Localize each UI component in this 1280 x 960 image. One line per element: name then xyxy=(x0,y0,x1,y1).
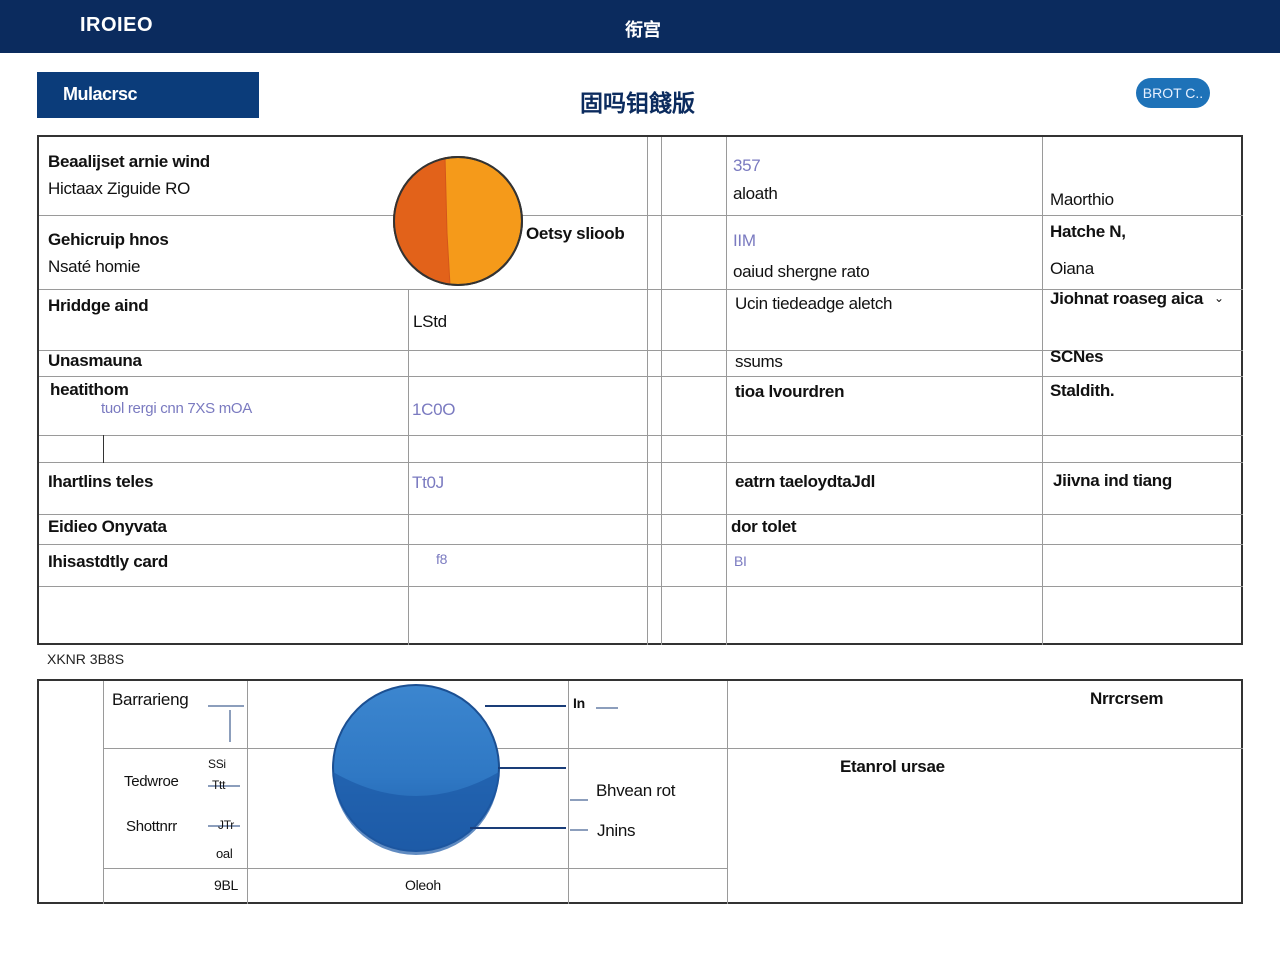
cell-text: Nrrcrsem xyxy=(1090,689,1164,708)
sphere-chart xyxy=(208,684,618,855)
cell-marker xyxy=(103,435,104,463)
row-divider xyxy=(39,586,1243,587)
cell-text: Eidieo Onyvata xyxy=(48,517,167,536)
cell-subtext: tuol rergi cnn 7XS mOA xyxy=(101,400,252,417)
status-pill-button[interactable]: BROT C.. xyxy=(1136,78,1210,108)
cell-text: IIM xyxy=(733,231,756,250)
row-divider xyxy=(39,544,1243,545)
cell-text: Ihartlins teles xyxy=(48,472,154,491)
cell-text: ssums xyxy=(735,352,783,371)
cell-text: JTr xyxy=(218,818,234,832)
cell-text: Etanrol ursae xyxy=(840,757,945,776)
top-bar-title: 衔宫 xyxy=(625,20,661,40)
cell-text: Gehicruip hnos xyxy=(48,230,169,249)
cell-text: In xyxy=(573,695,585,711)
cell-text: Ihisastdtly card xyxy=(48,552,168,571)
cell-text: tioa lvourdren xyxy=(735,382,845,401)
pie-chart xyxy=(393,156,523,286)
app-logo[interactable]: IROIEO xyxy=(80,14,153,37)
cell-text: dor tolet xyxy=(731,517,797,536)
top-bar: IROIEO 衔宫 xyxy=(0,0,1280,53)
cell-text: Bhvean rot xyxy=(596,781,676,800)
row-divider xyxy=(39,215,1243,216)
cell-text: Beaalijset arnie wind xyxy=(48,152,210,171)
cell-text: Unasmauna xyxy=(48,351,142,370)
column-divider xyxy=(727,681,728,904)
cell-text: Hatche N, xyxy=(1050,222,1126,241)
cell-text: aloath xyxy=(733,184,778,203)
column-divider xyxy=(647,137,648,645)
cell-text: oal xyxy=(216,846,233,861)
cell-text: BI xyxy=(734,553,747,569)
section-label: XKNR 3B8S xyxy=(47,651,125,667)
cell-text: Hictaax Ziguide RO xyxy=(48,179,190,198)
cell-text: SCNes xyxy=(1050,347,1104,366)
cell-text: Hriddge aind xyxy=(48,296,149,315)
column-divider xyxy=(408,289,409,645)
cell-text: heatithom xyxy=(50,380,129,399)
cell-text: Ucin tiedeadge aletch xyxy=(735,294,893,313)
cell-text: Oiana xyxy=(1050,259,1094,278)
cell-text: Staldith. xyxy=(1050,381,1115,400)
cell-text: Maorthio xyxy=(1050,190,1114,209)
row-divider xyxy=(39,435,1243,436)
cell-text: Tt0J xyxy=(412,473,444,492)
column-divider xyxy=(103,681,104,904)
cell-text: 1C0O xyxy=(412,400,456,419)
cell-text: oaiud shergne rato xyxy=(733,262,870,281)
cell-text: Barrarieng xyxy=(112,690,189,709)
pie-label: Oetsy slioob xyxy=(526,224,625,243)
cell-text: 9BL xyxy=(214,877,239,893)
row-divider xyxy=(39,376,1243,377)
row-divider xyxy=(39,514,1243,515)
chevron-down-icon[interactable]: ⌄ xyxy=(1214,291,1224,305)
column-divider xyxy=(661,137,662,645)
dropdown-value[interactable]: Jiohnat roaseg aica xyxy=(1050,289,1203,309)
cell-text: Tedwroe xyxy=(124,773,179,790)
cell-text: Shottnrr xyxy=(126,818,177,835)
cell-text: Jiivna ind tiang xyxy=(1053,471,1172,490)
column-divider xyxy=(1042,137,1043,645)
page-title: 固吗钼餞版 xyxy=(580,90,695,116)
row-divider xyxy=(39,462,1243,463)
section-tab[interactable]: Mulacrsc xyxy=(37,72,259,118)
cell-text: 357 xyxy=(733,156,761,175)
cell-text: eatrn taeloydtaJdl xyxy=(735,472,876,491)
cell-text: Ttt xyxy=(212,778,226,792)
row-divider xyxy=(103,868,727,869)
cell-text: f8 xyxy=(436,551,448,567)
column-divider xyxy=(726,137,727,645)
cell-text: Oleoh xyxy=(405,877,441,893)
cell-text: Jnins xyxy=(597,821,636,840)
cell-text: Nsaté homie xyxy=(48,257,141,276)
cell-text: LStd xyxy=(413,312,447,331)
cell-text: SSi xyxy=(208,757,226,771)
